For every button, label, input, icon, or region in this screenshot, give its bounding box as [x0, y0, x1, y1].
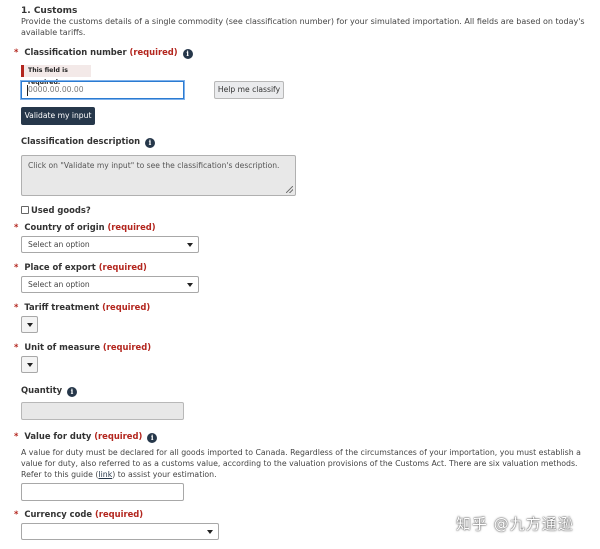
chevron-down-icon — [187, 283, 193, 287]
info-icon[interactable]: i — [147, 433, 158, 443]
quantity-label: Quantity — [21, 385, 63, 395]
currency-code-select[interactable] — [21, 523, 219, 540]
quantity-input[interactable] — [21, 402, 184, 420]
validate-input-button[interactable]: Validate my input — [21, 107, 95, 125]
value-duty-help-after: ) to assist your estimation. — [112, 470, 217, 479]
chevron-down-icon — [207, 530, 213, 534]
description-label: Classification description — [21, 136, 141, 146]
required-marker: (required) — [98, 262, 147, 272]
place-export-label: Place of export — [24, 262, 96, 272]
chevron-down-icon — [27, 363, 33, 367]
section-title: 1. Customs — [21, 6, 78, 16]
unit-measure-label-row: * Unit of measure (required) — [14, 342, 151, 352]
classification-label-row: * Classification number (required) i — [14, 47, 193, 59]
classification-description-textarea[interactable]: Click on "Validate my input" to see the … — [21, 155, 296, 196]
value-duty-help-text: A value for duty must be declared for al… — [21, 447, 586, 480]
required-star: * — [14, 47, 19, 57]
classification-error: This field is required. — [21, 65, 91, 86]
chevron-down-icon — [187, 243, 193, 247]
required-star: * — [14, 342, 19, 352]
description-text: Click on "Validate my input" to see the … — [28, 161, 280, 170]
quantity-label-row: Quantity i — [21, 385, 77, 397]
required-marker: (required) — [107, 222, 156, 232]
place-export-value: Select an option — [28, 280, 90, 289]
section-intro: Provide the customs details of a single … — [21, 17, 585, 37]
used-goods-label: Used goods? — [31, 205, 91, 215]
info-icon[interactable]: i — [66, 387, 77, 397]
classification-placeholder: 0000.00.00.00 — [28, 85, 84, 94]
country-origin-value: Select an option — [28, 240, 90, 249]
required-marker: (required) — [102, 302, 151, 312]
currency-code-label-row: * Currency code (required) — [14, 509, 143, 519]
tariff-treatment-select[interactable] — [21, 316, 38, 333]
required-star: * — [14, 431, 19, 441]
value-duty-input[interactable] — [21, 483, 184, 501]
required-marker: (required) — [129, 47, 178, 57]
resize-grip-icon[interactable] — [286, 186, 293, 193]
value-duty-label-row: * Value for duty (required) i — [14, 431, 158, 443]
place-export-select[interactable]: Select an option — [21, 276, 199, 293]
info-icon[interactable]: i — [182, 49, 193, 59]
tariff-treatment-label-row: * Tariff treatment (required) — [14, 302, 150, 312]
required-marker: (required) — [94, 431, 143, 441]
valuation-guide-link[interactable]: link — [98, 470, 112, 479]
text-caret — [27, 85, 28, 96]
required-star: * — [14, 262, 19, 272]
used-goods-checkbox[interactable] — [21, 206, 29, 214]
tariff-treatment-label: Tariff treatment — [24, 302, 100, 312]
country-origin-label: Country of origin — [24, 222, 105, 232]
info-icon[interactable]: i — [144, 138, 155, 148]
value-duty-label: Value for duty — [24, 431, 92, 441]
required-marker: (required) — [102, 342, 152, 352]
required-star: * — [14, 222, 19, 232]
currency-code-label: Currency code — [24, 509, 93, 519]
required-marker: (required) — [94, 509, 144, 519]
help-me-classify-button[interactable]: Help me classify — [214, 81, 284, 99]
country-origin-select[interactable]: Select an option — [21, 236, 199, 253]
description-label-row: Classification description i — [21, 136, 155, 148]
unit-measure-select[interactable] — [21, 356, 38, 373]
watermark: 知乎 @九方通逊 — [456, 515, 574, 533]
classification-label: Classification number — [24, 47, 127, 57]
chevron-down-icon — [27, 323, 33, 327]
unit-measure-label: Unit of measure — [24, 342, 100, 352]
country-origin-label-row: * Country of origin (required) — [14, 222, 156, 232]
required-star: * — [14, 509, 19, 519]
classification-input[interactable]: 0000.00.00.00 — [21, 81, 184, 99]
place-export-label-row: * Place of export (required) — [14, 262, 147, 272]
required-star: * — [14, 302, 19, 312]
